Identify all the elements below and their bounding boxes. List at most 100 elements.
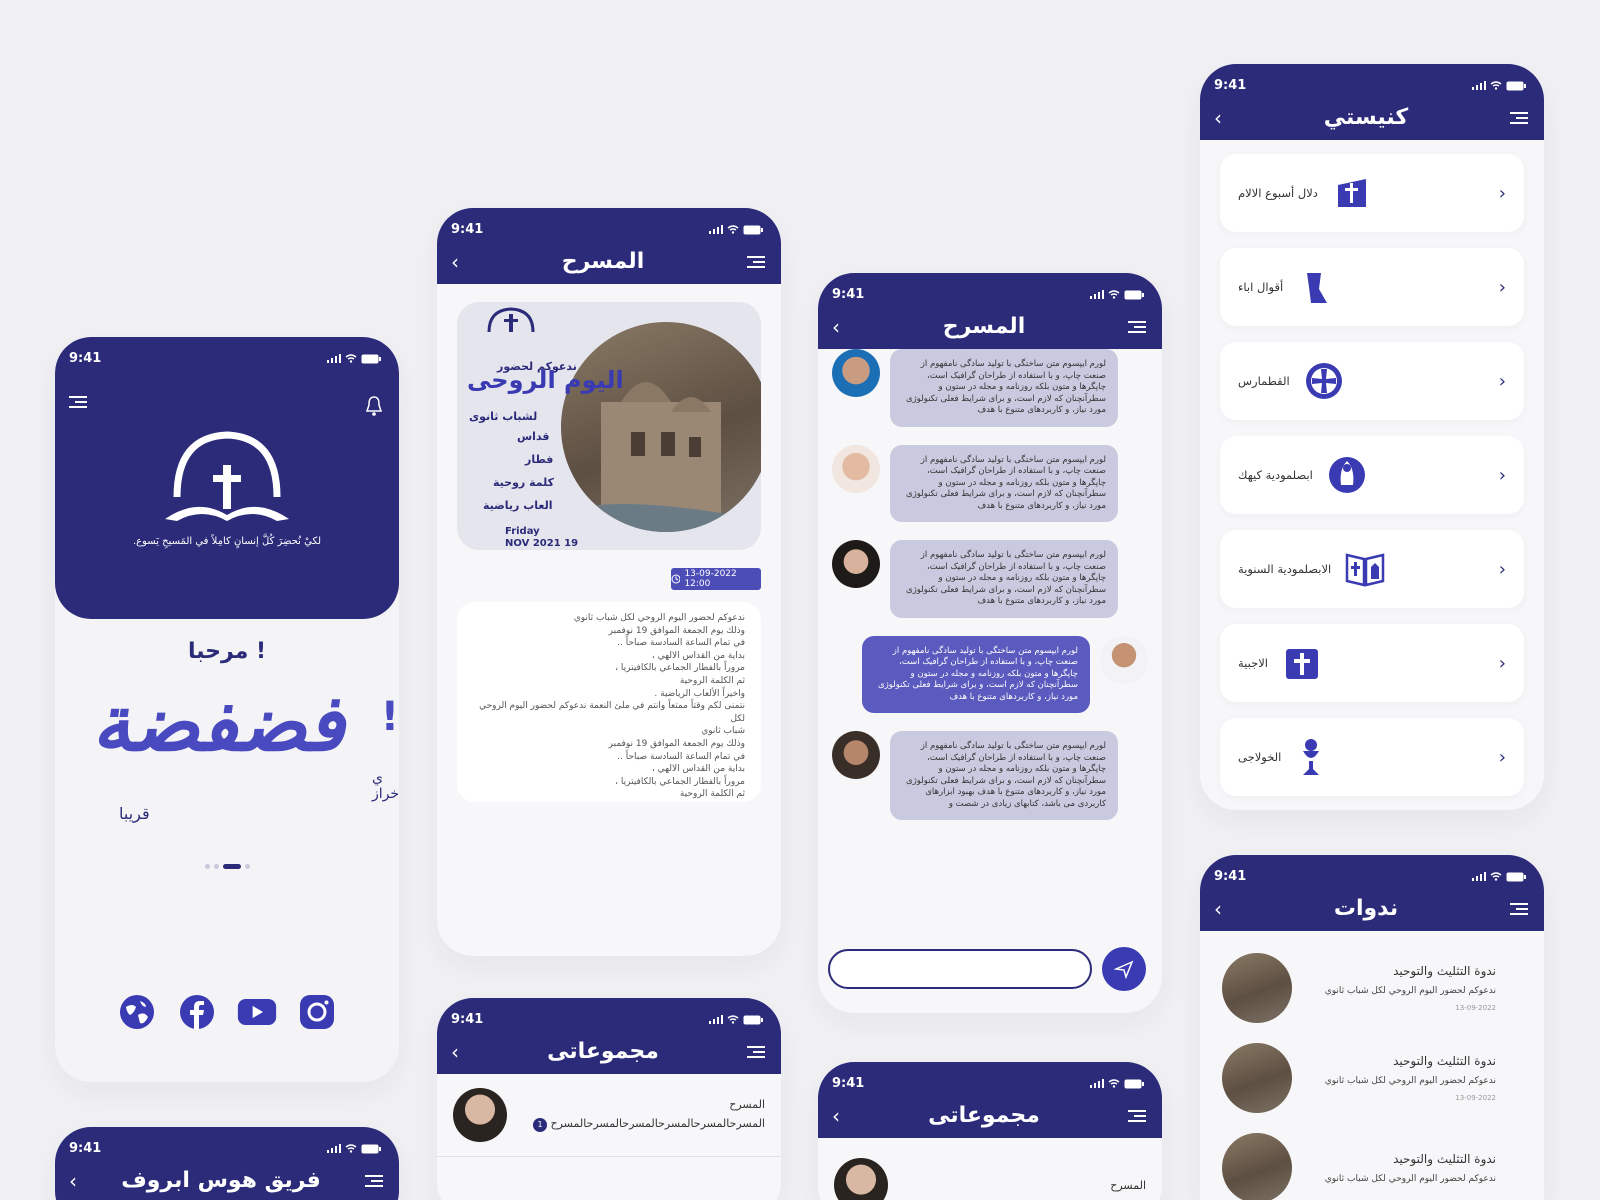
menu-item-euchologion[interactable]: الخولاجى ›	[1220, 718, 1524, 796]
menu-item-kiahk-psalmody[interactable]: ابصلمودية كيهك ›	[1220, 436, 1524, 514]
carousel-dot[interactable]	[244, 864, 250, 869]
group-list-item[interactable]: المسرح المسرحالمسرحالمسرحالمسرحالمسرحالم…	[437, 1074, 781, 1157]
status-time: 9:41	[1214, 78, 1247, 93]
seminar-title: ندوة التثليث والتوحيد	[1393, 1152, 1496, 1166]
menu-icon[interactable]	[1509, 900, 1528, 918]
back-icon[interactable]: ‹	[69, 1169, 77, 1193]
menu-icon[interactable]	[1509, 109, 1528, 127]
seminar-date: 13-09-2022	[1455, 1094, 1496, 1102]
status-time: 9:41	[1214, 869, 1247, 884]
message-bubble: لورم ایپسوم متن ساختگی با تولید سادگی نا…	[890, 540, 1118, 618]
menu-icon[interactable]	[1127, 318, 1146, 336]
carousel-dot[interactable]	[213, 864, 219, 869]
page-title: مجموعاتى	[547, 1039, 659, 1064]
menu-item-fathers-sayings[interactable]: أقوال اباء ›	[1220, 248, 1524, 326]
menu-icon[interactable]	[746, 253, 765, 271]
menu-icon[interactable]	[1127, 1107, 1146, 1125]
signal-icon	[1090, 1079, 1104, 1088]
home-header: 9:41 لكيْ نُحضِرَ كُلَّ إنسانٍ كامِلاً ف…	[55, 337, 399, 619]
message-bubble-own: لورم ایپسوم متن ساختگی با تولید سادگی نا…	[862, 635, 1090, 713]
carousel-dot[interactable]	[204, 864, 210, 869]
seminar-description: ندعوكم لحضور اليوم الروحي لكل شباب ثانوي	[1324, 1076, 1496, 1086]
battery-icon	[1506, 872, 1526, 881]
battery-icon	[743, 225, 763, 234]
date-chip: 13-09-2022 12:00	[671, 568, 761, 590]
status-bar: 9:41	[437, 208, 781, 237]
carousel[interactable]: فضفضة قريبا ! ي خراز	[55, 674, 399, 854]
seminar-description: ندعوكم لحضور اليوم الروحي لكل شباب ثانوي	[1324, 986, 1496, 996]
send-icon	[1114, 960, 1134, 979]
youtube-icon[interactable]	[237, 992, 277, 1032]
battery-icon	[361, 1144, 381, 1153]
theater-header: 9:41 ‹ المسرح	[437, 208, 781, 284]
menu-item-holy-week[interactable]: دلال أسبوع الالام ›	[1220, 154, 1524, 232]
status-bar: 9:41	[55, 337, 399, 366]
instagram-icon[interactable]	[297, 992, 337, 1032]
date-chip-text: 13-09-2022 12:00	[684, 569, 737, 589]
user-avatar	[832, 444, 880, 493]
status-time: 9:41	[69, 351, 102, 366]
group-message-text: المسرحالمسرحالمسرحالمسرحالمسرحالمسرح	[550, 1117, 765, 1131]
seminar-item[interactable]: ندوة التثليث والتوحيد ندعوكم لحضور اليوم…	[1200, 1119, 1544, 1200]
battery-icon	[361, 354, 381, 363]
wifi-icon	[727, 1015, 739, 1024]
nav-row: ‹ مجموعاتى	[818, 1091, 1162, 1138]
globe-icon[interactable]	[117, 992, 157, 1032]
signal-icon	[1090, 290, 1104, 299]
seminars-header: 9:41 ‹ ندوات	[1200, 855, 1544, 931]
status-time: 9:41	[832, 287, 865, 302]
group-name: المسرح	[729, 1098, 765, 1112]
facebook-icon[interactable]	[177, 992, 217, 1032]
back-icon[interactable]: ‹	[451, 1040, 459, 1064]
carousel-dot-active[interactable]	[222, 864, 241, 869]
back-icon[interactable]: ‹	[832, 1104, 840, 1128]
status-icons	[709, 1015, 763, 1025]
menu-item-annual-psalmody[interactable]: الابصلمودية السنوية ›	[1220, 530, 1524, 608]
page-title: مجموعاتى	[928, 1103, 1040, 1128]
menu-item-label: ابصلمودية كيهك	[1238, 468, 1313, 482]
peek-line-3: خراز	[371, 786, 399, 802]
signal-icon	[1472, 81, 1486, 90]
menu-icon[interactable]	[69, 393, 87, 411]
event-poster[interactable]: ندعوكم لحضور اليوم الروحى لشباب ثانوى قد…	[457, 302, 761, 550]
description-line: مروراً بالفطار الجماعي بالكافيتريا ،	[615, 663, 745, 674]
description-line: ندعوكم لحضور اليوم الروحي لكل شباب ثانوي	[573, 613, 745, 623]
groups-header: 9:41 ‹ مجموعاتى	[437, 998, 781, 1074]
send-button[interactable]	[1102, 947, 1146, 991]
open-book-icon	[1345, 549, 1385, 589]
description-line: واخيراً الألعاب الرياضية .	[654, 688, 745, 699]
bell-icon[interactable]	[365, 395, 383, 421]
seminar-thumbnail	[1222, 1043, 1292, 1113]
seminar-thumbnail	[1222, 1133, 1292, 1200]
back-icon[interactable]: ‹	[832, 315, 840, 339]
message-composer	[828, 947, 1146, 991]
back-icon[interactable]: ‹	[1214, 106, 1222, 130]
wifi-icon	[1490, 872, 1502, 881]
seminar-item[interactable]: ندوة التثليث والتوحيد ندعوكم لحضور اليوم…	[1200, 1029, 1544, 1119]
status-icons	[1472, 872, 1526, 882]
menu-item-content: الاجبية	[1238, 643, 1322, 683]
groups-screen-2: 9:41 ‹ مجموعاتى المسرح	[818, 1062, 1162, 1200]
back-icon[interactable]: ‹	[451, 250, 459, 274]
wifi-icon	[1108, 1079, 1120, 1088]
menu-item-agpeya[interactable]: الاجبية ›	[1220, 624, 1524, 702]
menu-icon[interactable]	[746, 1043, 765, 1061]
menu-icon[interactable]	[365, 1172, 383, 1190]
chevron-right-icon: ›	[1498, 652, 1506, 674]
user-avatar	[1100, 635, 1148, 684]
seminar-item[interactable]: ندوة التثليث والتوحيد ندعوكم لحضور اليوم…	[1200, 939, 1544, 1029]
battery-icon	[1124, 1079, 1144, 1088]
chat-message: لورم ایپسوم متن ساختگی با تولید سادگی نا…	[832, 349, 1148, 427]
page-title: ندوات	[1333, 896, 1399, 921]
status-bar: 9:41	[1200, 855, 1544, 884]
group-list-item[interactable]: المسرح	[818, 1138, 1162, 1200]
back-icon[interactable]: ‹	[1214, 897, 1222, 921]
description-line: ثم الكلمة الروحية	[679, 675, 745, 686]
menu-item-katameros[interactable]: القطمارس ›	[1220, 342, 1524, 420]
message-input[interactable]	[828, 949, 1092, 989]
status-time: 9:41	[451, 1012, 484, 1027]
clock-icon	[671, 574, 681, 584]
cross-church-icon	[1332, 173, 1372, 213]
description-line: مروراً بالفطار الجماعي بالكافيتريا ،	[615, 776, 745, 787]
menu-item-content: أقوال اباء	[1238, 267, 1337, 307]
